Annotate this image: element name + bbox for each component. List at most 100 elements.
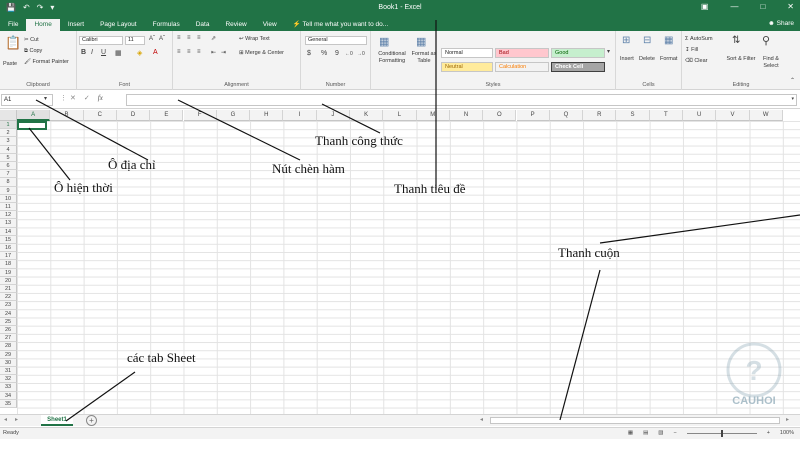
autosum-button[interactable]: Σ AutoSum <box>685 36 713 42</box>
copy-button[interactable]: ⧉ Copy <box>24 48 42 55</box>
tab-file[interactable]: File <box>0 19 26 31</box>
row-header[interactable]: 32 <box>0 375 17 384</box>
row-header[interactable]: 7 <box>0 170 17 179</box>
styles-more-icon[interactable]: ▾ <box>607 48 610 55</box>
style-normal[interactable]: Normal <box>441 48 493 58</box>
tell-me-search[interactable]: ⚡ Tell me what you want to do... <box>285 19 396 31</box>
normal-view-icon[interactable]: ▦ <box>628 430 633 436</box>
decrease-indent-icon[interactable]: ⇤ <box>211 49 216 56</box>
next-sheet-icon[interactable]: ▸ <box>15 416 18 423</box>
row-header[interactable]: 1 <box>0 121 17 130</box>
name-box-dropdown-icon[interactable]: ▾ <box>44 95 47 102</box>
zoom-slider[interactable] <box>686 429 757 437</box>
column-header[interactable]: C <box>83 110 117 121</box>
increase-decimal-icon[interactable]: ←0 <box>345 51 353 57</box>
column-header[interactable]: T <box>649 110 683 121</box>
tab-formulas[interactable]: Formulas <box>145 19 188 31</box>
active-cell[interactable] <box>17 121 47 130</box>
row-header[interactable]: 8 <box>0 178 17 187</box>
row-header[interactable]: 14 <box>0 227 17 236</box>
sort-filter-icon[interactable]: ⇅ <box>732 35 740 46</box>
column-header[interactable]: M <box>416 110 450 121</box>
row-header[interactable]: 5 <box>0 153 17 162</box>
tab-insert[interactable]: Insert <box>60 19 92 31</box>
comma-style-button[interactable]: 9 <box>335 50 339 57</box>
zoom-out-icon[interactable]: − <box>673 430 676 436</box>
underline-button[interactable]: U <box>101 49 106 56</box>
align-top-icon[interactable]: ≡ <box>177 35 181 41</box>
row-header[interactable]: 22 <box>0 293 17 302</box>
format-button[interactable]: Format <box>660 56 677 62</box>
tab-page-layout[interactable]: Page Layout <box>92 19 145 31</box>
tab-data[interactable]: Data <box>188 19 218 31</box>
horizontal-scrollbar[interactable] <box>490 417 780 424</box>
maximize-icon[interactable]: □ <box>760 2 765 11</box>
column-header[interactable]: J <box>316 110 350 121</box>
column-header[interactable]: U <box>683 110 717 121</box>
orientation-icon[interactable]: ⇗ <box>211 35 216 42</box>
insert-cells-icon[interactable]: ⊞ <box>622 35 630 46</box>
italic-button[interactable]: I <box>91 49 93 56</box>
row-header[interactable]: 2 <box>0 129 17 138</box>
scroll-right-icon[interactable]: ▸ <box>786 416 789 423</box>
font-color-icon[interactable]: A <box>153 49 158 56</box>
style-calculation[interactable]: Calculation <box>495 62 549 72</box>
percent-button[interactable]: % <box>321 50 327 57</box>
row-header[interactable]: 34 <box>0 391 17 400</box>
select-all-button[interactable] <box>0 110 17 121</box>
row-header[interactable]: 10 <box>0 194 17 203</box>
row-header[interactable]: 35 <box>0 399 17 408</box>
zoom-thumb[interactable] <box>720 429 723 437</box>
fill-color-icon[interactable]: ◈ <box>137 49 142 57</box>
paste-icon[interactable]: 📋 <box>5 35 21 51</box>
row-header[interactable]: 24 <box>0 309 17 318</box>
row-header[interactable]: 12 <box>0 211 17 220</box>
sort-filter-button[interactable]: Sort & Filter <box>726 56 756 63</box>
delete-button[interactable]: Delete <box>639 56 655 62</box>
page-layout-view-icon[interactable]: ▤ <box>643 430 648 436</box>
style-good[interactable]: Good <box>551 48 605 58</box>
cut-button[interactable]: ✂ Cut <box>24 37 39 43</box>
row-header[interactable]: 23 <box>0 301 17 310</box>
tab-view[interactable]: View <box>255 19 285 31</box>
column-header[interactable]: D <box>116 110 151 121</box>
fill-button[interactable]: ↧ Fill <box>685 47 698 53</box>
align-right-icon[interactable]: ≡ <box>197 49 201 55</box>
decrease-decimal-icon[interactable]: →0 <box>357 51 365 57</box>
column-header[interactable]: I <box>283 110 317 121</box>
row-header[interactable]: 6 <box>0 162 17 171</box>
column-header[interactable]: O <box>483 110 517 121</box>
borders-icon[interactable]: ▦ <box>115 49 122 57</box>
conditional-formatting-button[interactable]: Conditional Formatting <box>373 51 411 65</box>
row-header[interactable]: 29 <box>0 350 17 359</box>
column-header[interactable]: N <box>449 110 484 121</box>
row-header[interactable]: 3 <box>0 137 17 146</box>
column-header[interactable]: K <box>350 110 384 121</box>
row-header[interactable]: 18 <box>0 260 17 269</box>
prev-sheet-icon[interactable]: ◂ <box>4 416 7 423</box>
clear-button[interactable]: ⌫ Clear <box>685 58 707 64</box>
format-as-table-icon[interactable]: ▦ <box>416 35 426 48</box>
page-break-view-icon[interactable]: ▧ <box>658 430 663 436</box>
format-as-table-button[interactable]: Format as Table <box>410 51 438 65</box>
row-header[interactable]: 19 <box>0 268 17 277</box>
insert-function-button[interactable]: fx <box>98 94 103 102</box>
formula-input[interactable] <box>126 94 797 106</box>
add-sheet-button[interactable]: + <box>86 415 97 426</box>
row-header[interactable]: 21 <box>0 285 17 294</box>
column-header[interactable]: B <box>50 110 84 121</box>
delete-cells-icon[interactable]: ⊟ <box>643 35 651 46</box>
row-header[interactable]: 11 <box>0 203 17 212</box>
column-header[interactable]: F <box>183 110 217 121</box>
row-header[interactable]: 33 <box>0 383 17 392</box>
conditional-formatting-icon[interactable]: ▦ <box>379 35 389 48</box>
grow-font-icon[interactable]: Aˆ <box>149 36 155 42</box>
row-header[interactable]: 31 <box>0 367 17 376</box>
currency-button[interactable]: $ <box>307 50 311 57</box>
column-header[interactable]: E <box>150 110 184 121</box>
align-left-icon[interactable]: ≡ <box>177 49 181 55</box>
share-button[interactable]: ☻ Share <box>768 18 794 30</box>
column-header[interactable]: V <box>716 110 750 121</box>
increase-indent-icon[interactable]: ⇥ <box>221 49 226 56</box>
row-header[interactable]: 27 <box>0 334 17 343</box>
